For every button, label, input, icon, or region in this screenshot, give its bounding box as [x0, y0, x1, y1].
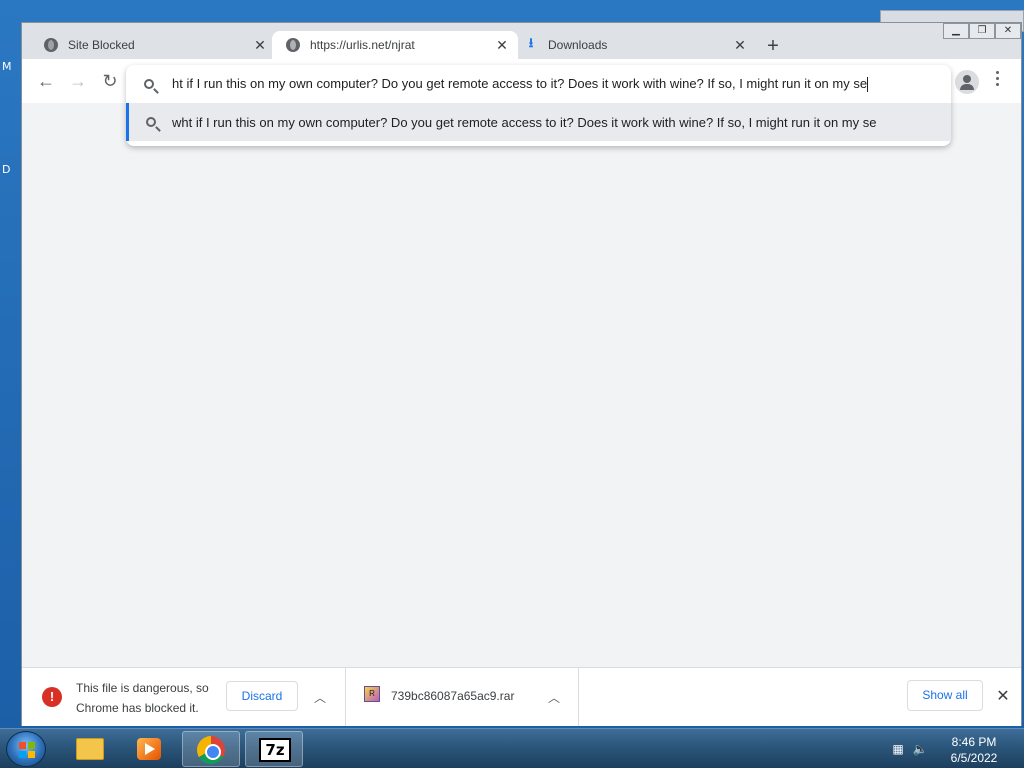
tab-downloads[interactable]: ⭳ Downloads ✕ [510, 31, 756, 59]
dangerous-file-message: This file is dangerous, so Chrome has bl… [76, 681, 209, 715]
media-player-icon [137, 738, 161, 760]
taskbar-explorer[interactable] [60, 731, 118, 767]
tab-site-blocked[interactable]: Site Blocked ✕ [30, 31, 276, 59]
close-icon[interactable]: ✕ [252, 37, 268, 53]
download-icon: ⭳ [528, 35, 534, 50]
desktop-label: M [2, 60, 12, 73]
taskbar-media-player[interactable] [120, 731, 178, 767]
profile-avatar[interactable] [955, 70, 979, 94]
address-bar-input[interactable]: ht if I run this on my own computer? Do … [126, 65, 951, 103]
folder-icon [76, 738, 104, 760]
search-icon [126, 79, 172, 89]
7zip-icon: 7z [259, 738, 291, 762]
address-bar-text: ht if I run this on my own computer? Do … [172, 75, 868, 91]
taskbar-chrome[interactable] [182, 731, 240, 767]
back-button[interactable]: ← [35, 71, 57, 91]
browser-window: Site Blocked ✕ https://urlis.net/njrat ✕… [21, 22, 1022, 726]
taskbar: 7z ▦ 🔈 8:46 PM 6/5/2022 [0, 728, 1024, 768]
forward-button[interactable]: → [67, 71, 89, 91]
close-icon[interactable]: ✕ [494, 37, 510, 53]
menu-icon[interactable] [994, 71, 1000, 86]
download-item-rar[interactable]: R 739bc86087a65ac9.rar ︿ [346, 668, 579, 726]
close-window-button[interactable]: ✕ [995, 23, 1021, 39]
chevron-up-icon[interactable]: ︿ [312, 689, 328, 706]
window-controls: ▁ ❐ ✕ [943, 23, 1021, 39]
clock-time: 8:46 PM [951, 735, 997, 749]
omnibox-suggestion[interactable]: wht if I run this on my own computer? Do… [126, 103, 951, 141]
close-icon[interactable]: ✕ [994, 686, 1012, 706]
omnibox-dropdown: ht if I run this on my own computer? Do … [126, 65, 951, 146]
globe-icon [44, 38, 58, 52]
globe-icon [286, 38, 300, 52]
start-button[interactable] [6, 731, 46, 767]
new-tab-button[interactable]: + [763, 36, 783, 56]
clock[interactable]: 8:46 PM 6/5/2022 [936, 734, 1012, 766]
close-icon[interactable]: ✕ [732, 37, 748, 53]
tab-title: Site Blocked [68, 38, 135, 52]
download-shelf: ! This file is dangerous, so Chrome has … [22, 667, 1021, 726]
tab-title: https://urlis.net/njrat [310, 38, 415, 52]
download-file-name: 739bc86087a65ac9.rar [391, 689, 515, 703]
chrome-icon [197, 736, 225, 764]
tab-njrat[interactable]: https://urlis.net/njrat ✕ [272, 31, 518, 59]
taskbar-7zip[interactable]: 7z [245, 731, 303, 767]
discard-button[interactable]: Discard [226, 681, 298, 711]
network-icon[interactable]: ▦ [890, 741, 906, 757]
chevron-up-icon[interactable]: ︿ [546, 689, 562, 706]
windows-logo-icon [19, 742, 35, 758]
text-caret [867, 77, 869, 93]
desktop-label: D [2, 163, 11, 176]
search-icon [129, 117, 172, 127]
volume-icon[interactable]: 🔈 [912, 741, 928, 757]
rar-file-icon: R [364, 686, 380, 702]
page-content [22, 103, 1021, 667]
clock-date: 6/5/2022 [950, 751, 998, 765]
tab-strip: Site Blocked ✕ https://urlis.net/njrat ✕… [22, 23, 1021, 59]
minimize-button[interactable]: ▁ [943, 23, 969, 39]
tab-title: Downloads [548, 38, 608, 52]
download-item-blocked: ! This file is dangerous, so Chrome has … [22, 668, 346, 726]
show-all-button[interactable]: Show all [907, 680, 983, 711]
suggestion-text: wht if I run this on my own computer? Do… [172, 114, 877, 130]
restore-button[interactable]: ❐ [969, 23, 995, 39]
warning-icon: ! [42, 687, 62, 707]
reload-button[interactable]: ↻ [99, 71, 121, 91]
